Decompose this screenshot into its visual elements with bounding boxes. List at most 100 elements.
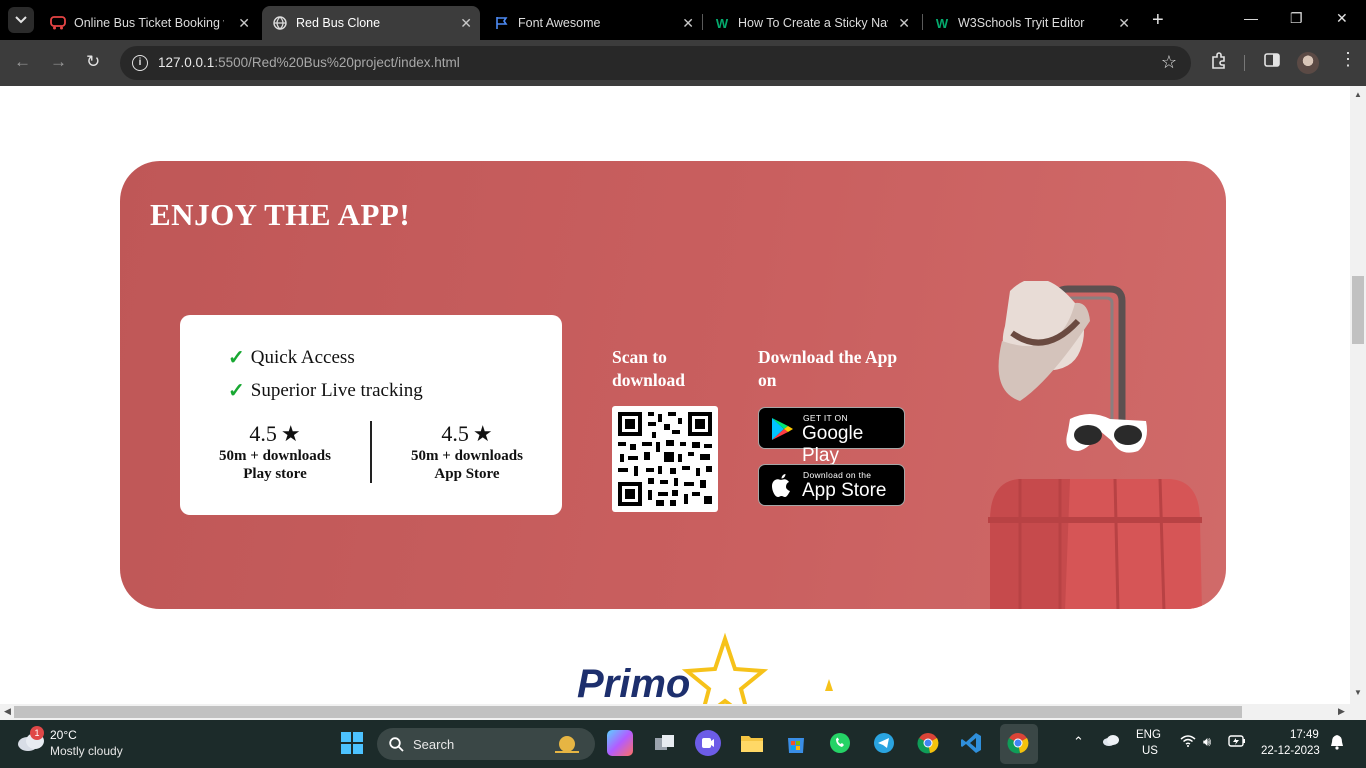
w3schools-icon: W — [935, 15, 949, 31]
taskbar-search[interactable]: Search — [377, 728, 595, 760]
tab-label: Font Awesome — [518, 16, 601, 30]
scrollbar-thumb[interactable] — [14, 706, 1242, 718]
scroll-right-arrow[interactable]: ▶ — [1338, 706, 1345, 717]
whatsapp-icon[interactable] — [827, 730, 853, 756]
apple-icon — [769, 473, 793, 504]
tab-label: Red Bus Clone — [296, 16, 381, 30]
url-text: 127.0.0.1:5500/Red%20Bus%20project/index… — [158, 55, 460, 70]
luggage-hat-illustration — [988, 281, 1202, 609]
tab-separator — [922, 14, 923, 30]
side-panel-icon[interactable] — [1264, 52, 1280, 73]
toolbar-separator — [1244, 55, 1245, 71]
svg-text:Primo: Primo — [577, 662, 690, 704]
vertical-scrollbar[interactable]: ▲ ▼ — [1350, 86, 1366, 704]
flag-icon — [494, 15, 510, 31]
task-view-icon[interactable] — [652, 730, 678, 756]
browser-toolbar: ← → ↻ i 127.0.0.1:5500/Red%20Bus%20proje… — [0, 40, 1366, 86]
scrollbar-thumb[interactable] — [1352, 276, 1364, 344]
clock-time[interactable]: 17:49 — [1290, 729, 1319, 741]
tab-separator — [702, 14, 703, 30]
tab-font-awesome[interactable]: Font Awesome ✕ — [484, 6, 702, 40]
star-icon: ★ — [472, 421, 493, 446]
tab-red-bus-clone[interactable]: Red Bus Clone ✕ — [262, 6, 480, 40]
weather-temp: 20°C — [50, 728, 77, 742]
bus-icon — [50, 15, 66, 31]
rating-app-store: 4.5 ★ 50m + downloads App Store — [411, 421, 523, 482]
bookmark-star-icon[interactable]: ☆ — [1161, 52, 1177, 73]
telegram-icon[interactable] — [871, 730, 897, 756]
search-icon — [389, 737, 404, 752]
address-bar[interactable]: i 127.0.0.1:5500/Red%20Bus%20project/ind… — [120, 46, 1191, 80]
weather-condition: Mostly cloudy — [50, 744, 123, 758]
tab-online-bus-ticket[interactable]: Online Bus Ticket Booking w ✕ — [40, 6, 258, 40]
rating-play-store: 4.5 ★ 50m + downloads Play store — [219, 421, 331, 482]
file-explorer-icon[interactable] — [739, 730, 765, 756]
banner-title: ENJOY THE APP! — [150, 197, 411, 232]
forward-button[interactable]: → — [50, 52, 67, 72]
close-icon[interactable]: ✕ — [460, 15, 472, 32]
info-icon[interactable]: i — [132, 55, 148, 71]
browser-tab-bar: Online Bus Ticket Booking w ✕ Red Bus Cl… — [0, 0, 1366, 40]
windows-start-icon[interactable] — [339, 730, 365, 756]
wifi-icon[interactable] — [1180, 735, 1196, 750]
app-download-banner: ENJOY THE APP! ✓ Quick Access ✓ Superior… — [120, 161, 1226, 609]
download-the-app-label: Download the App on — [758, 347, 898, 390]
volume-icon[interactable]: 🔊︎ — [1203, 734, 1211, 750]
tab-label: How To Create a Sticky Navb — [738, 16, 888, 30]
google-play-button[interactable]: GET IT ON Google Play — [758, 407, 905, 466]
menu-kebab-icon[interactable]: ⋮ — [1339, 49, 1357, 70]
feature-card: ✓ Quick Access ✓ Superior Live tracking … — [180, 315, 562, 515]
extensions-icon[interactable] — [1210, 52, 1228, 75]
restore-button[interactable]: ❐ — [1290, 10, 1303, 27]
new-tab-button[interactable]: + — [1152, 9, 1164, 32]
tab-label: Online Bus Ticket Booking w — [74, 16, 224, 30]
chevron-up-icon[interactable]: ⌃ — [1073, 734, 1084, 750]
close-icon[interactable]: ✕ — [898, 15, 910, 32]
battery-icon[interactable] — [1228, 735, 1246, 750]
language-indicator[interactable]: ENG — [1136, 729, 1161, 741]
profile-avatar[interactable] — [1297, 52, 1319, 74]
scroll-up-arrow[interactable]: ▲ — [1354, 90, 1362, 99]
chrome-icon[interactable] — [915, 730, 941, 756]
teams-chat-icon[interactable] — [695, 730, 721, 756]
qr-code — [612, 406, 718, 512]
copilot-icon[interactable] — [607, 730, 633, 756]
google-play-icon — [769, 416, 795, 447]
globe-icon — [272, 15, 288, 31]
feature-item: ✓ Quick Access — [228, 346, 355, 370]
clock-date[interactable]: 22-12-2023 — [1261, 745, 1320, 757]
windows-taskbar: 1 20°C Mostly cloudy Search ⌃ ENG US 🔊︎ … — [0, 720, 1366, 768]
close-icon[interactable]: ✕ — [682, 15, 694, 32]
w3schools-icon: W — [715, 15, 729, 31]
star-icon: ★ — [280, 421, 301, 446]
check-icon: ✓ — [228, 380, 245, 402]
reload-button[interactable]: ↻ — [86, 52, 100, 72]
minimize-button[interactable]: — — [1244, 10, 1258, 26]
chrome-profile-icon[interactable] — [1005, 730, 1031, 756]
notification-bell-icon[interactable] — [1330, 734, 1344, 753]
tab-search-button[interactable] — [8, 7, 34, 33]
chevron-down-icon — [15, 16, 27, 24]
app-store-button[interactable]: Download on the App Store — [758, 464, 905, 506]
back-button[interactable]: ← — [14, 52, 31, 72]
primo-partner-logo: Primo — [577, 632, 833, 704]
onedrive-cloud-icon[interactable] — [1102, 734, 1120, 749]
vscode-icon[interactable] — [958, 730, 984, 756]
tab-w3schools-tryit[interactable]: W W3Schools Tryit Editor ✕ — [924, 6, 1138, 40]
weather-widget[interactable]: 1 20°C Mostly cloudy — [16, 726, 123, 758]
close-window-button[interactable]: ✕ — [1336, 10, 1348, 27]
search-highlight-icon — [555, 736, 579, 753]
keyboard-layout[interactable]: US — [1142, 745, 1158, 757]
scroll-left-arrow[interactable]: ◀ — [4, 706, 11, 717]
microsoft-store-icon[interactable] — [783, 730, 809, 756]
tab-label: W3Schools Tryit Editor — [958, 16, 1085, 30]
horizontal-scrollbar[interactable]: ◀ ▶ — [0, 704, 1366, 720]
feature-item: ✓ Superior Live tracking — [228, 379, 423, 403]
tab-sticky-navbar[interactable]: W How To Create a Sticky Navb ✕ — [704, 6, 918, 40]
close-icon[interactable]: ✕ — [238, 15, 250, 32]
notification-badge: 1 — [30, 726, 44, 740]
page-viewport: ENJOY THE APP! ✓ Quick Access ✓ Superior… — [0, 86, 1350, 704]
close-icon[interactable]: ✕ — [1118, 15, 1130, 32]
scan-to-download-label: Scan to download — [612, 347, 685, 390]
scroll-down-arrow[interactable]: ▼ — [1354, 688, 1362, 697]
